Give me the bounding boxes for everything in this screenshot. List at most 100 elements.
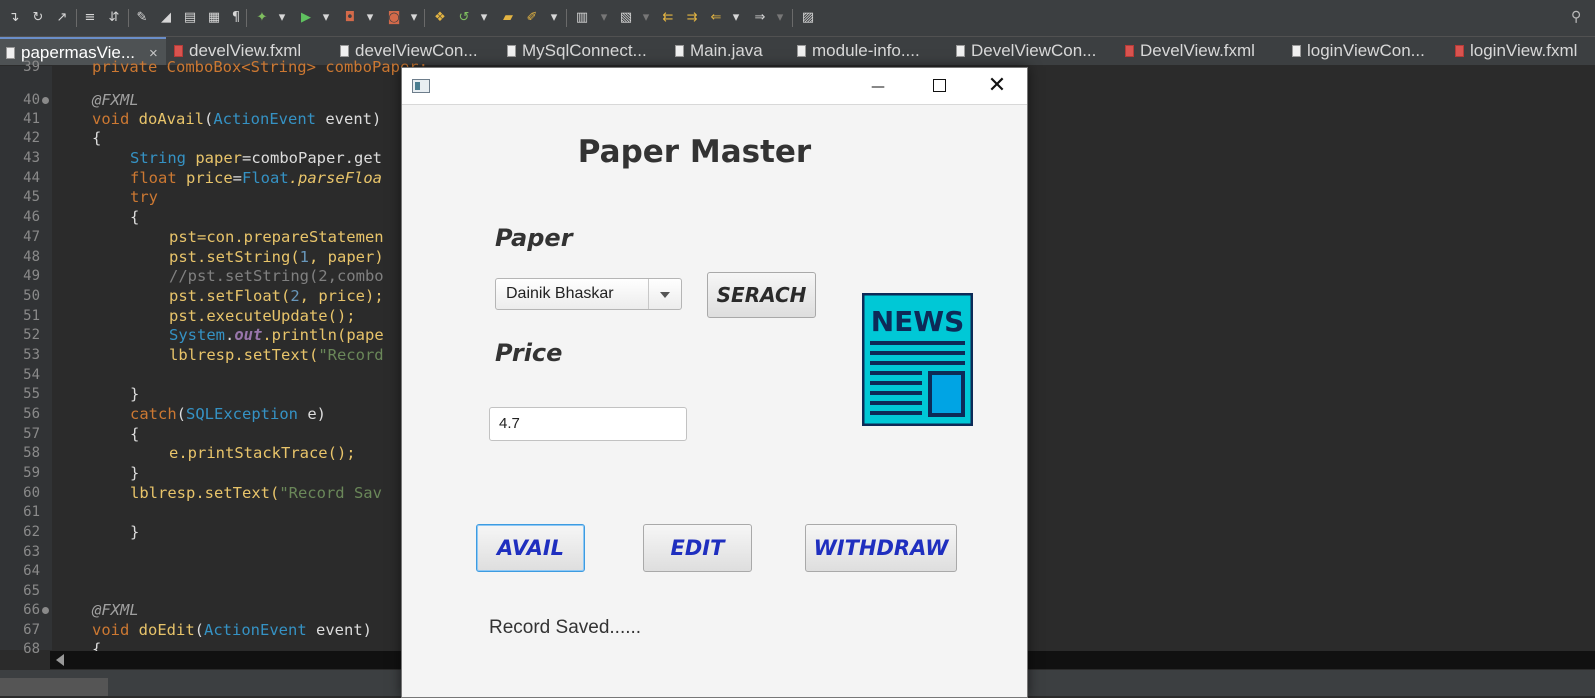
brush-icon[interactable]: ✐ (524, 10, 540, 26)
comment-icon[interactable]: ✎ (134, 10, 150, 26)
list-icon[interactable]: ▦ (206, 10, 222, 26)
forward-edit-icon[interactable]: ⇉ (684, 10, 700, 26)
newspaper-line (870, 391, 922, 395)
chevron-down-icon[interactable]: ▾ (546, 10, 562, 26)
line-number: 41 (23, 111, 40, 127)
navigate-icon[interactable]: ▧ (618, 10, 634, 26)
window-titlebar[interactable]: — ✕ (402, 68, 1027, 105)
tab-develview-fxml-2[interactable]: DevelView.fxml (1125, 37, 1255, 65)
line-number: 46 (23, 209, 40, 225)
run-icon[interactable]: ▶ (298, 10, 314, 26)
code-text: void (92, 110, 139, 128)
code-line: { (92, 129, 101, 148)
toolbar-separator (792, 9, 793, 27)
paper-label: Paper (495, 224, 573, 252)
search-icon[interactable]: ⚲ (1571, 9, 1587, 25)
line-number: 50 (23, 288, 40, 304)
chevron-down-icon[interactable]: ▾ (318, 10, 334, 26)
code-line: lblresp.setText("Record Sav (130, 484, 382, 503)
ide-toolbar: ↴ ↻ ↗ ≡ ⇵ ✎ ◢ ▤ ▦ ¶ ✦ ▾ ▶ ▾ ◘ ▾ ◙ ▾ ❖ ↺ … (0, 0, 1595, 37)
code-text: out (234, 326, 263, 344)
forward-icon[interactable]: ⇒ (752, 10, 768, 26)
java-file-icon (340, 45, 349, 57)
minimize-icon: — (871, 79, 885, 95)
status-progress (0, 678, 108, 696)
tab-main-java[interactable]: Main.java (675, 37, 763, 65)
minimize-button[interactable]: — (855, 72, 901, 100)
tab-module-info[interactable]: module-info.... (797, 37, 920, 65)
code-line: @FXML (92, 91, 139, 110)
line-number: 55 (23, 386, 40, 402)
page-title: Paper Master (577, 134, 812, 170)
open-folder-icon[interactable]: ▰ (500, 10, 516, 26)
pencil-icon[interactable]: ◢ (158, 10, 174, 26)
debug-icon[interactable]: ◘ (342, 10, 358, 26)
fxml-file-icon (174, 45, 183, 57)
edit-button[interactable]: EDIT (643, 524, 752, 572)
refresh-icon[interactable]: ↺ (456, 10, 472, 26)
paper-combobox[interactable]: Dainik Bhaskar (495, 278, 682, 310)
code-line: pst.setString(1, paper) (169, 248, 384, 267)
code-line: float price=Float.parseFloa (130, 169, 382, 188)
chevron-down-icon[interactable]: ▾ (274, 10, 290, 26)
build-icon[interactable]: ✦ (254, 10, 270, 26)
code-text: //pst.setString(2,combo (169, 267, 384, 285)
format-icon[interactable]: ⇵ (106, 10, 122, 26)
tab-develviewcon-2[interactable]: DevelViewCon... (956, 37, 1096, 65)
close-button[interactable]: ✕ (974, 72, 1020, 100)
code-line: } (130, 523, 139, 542)
tools-icon[interactable]: ❖ (432, 10, 448, 26)
chevron-down-icon[interactable]: ▾ (728, 10, 744, 26)
toggle-comment-icon[interactable]: ≡ (82, 10, 98, 26)
history-icon[interactable]: ▥ (574, 10, 590, 26)
tab-mysqlconnect[interactable]: MySqlConnect... (507, 37, 647, 65)
code-text: .println(pape (262, 326, 384, 344)
code-line: lblresp.setText("Record (169, 346, 384, 365)
fold-marker-icon[interactable] (42, 607, 49, 614)
chevron-down-icon[interactable]: ▾ (406, 10, 422, 26)
chevron-down-icon[interactable]: ▾ (362, 10, 378, 26)
code-text: = (232, 169, 243, 187)
chevron-down-icon[interactable]: ▾ (638, 10, 654, 26)
line-number: 47 (23, 229, 40, 245)
back-edit-icon[interactable]: ⇇ (660, 10, 676, 26)
fold-marker-icon[interactable] (42, 97, 49, 104)
tab-loginviewcon[interactable]: loginViewCon... (1292, 37, 1425, 65)
code-text: . (225, 326, 235, 344)
withdraw-button[interactable]: WITHDRAW (805, 524, 957, 572)
chevron-down-icon[interactable]: ▾ (772, 10, 788, 26)
response-label: Record Saved...... (489, 617, 642, 638)
chart-icon[interactable]: ▨ (800, 10, 816, 26)
toolbar-separator (246, 9, 247, 27)
fxml-file-icon (1125, 45, 1134, 57)
code-line: @FXML (92, 601, 139, 620)
avail-button[interactable]: AVAIL (476, 524, 585, 572)
newspaper-line (870, 371, 922, 375)
app-icon (412, 79, 430, 93)
step-over-icon[interactable]: ↴ (6, 10, 22, 26)
code-text: 1 (299, 248, 309, 266)
profile-icon[interactable]: ◙ (386, 10, 402, 26)
step-back-icon[interactable]: ↻ (30, 10, 46, 26)
scroll-left-icon[interactable] (56, 654, 64, 666)
code-text: void (92, 621, 139, 639)
code-text: pst=con.prepareStatemen (169, 228, 384, 246)
maximize-button[interactable] (916, 72, 962, 100)
tab-loginview-fxml[interactable]: loginView.fxml (1455, 37, 1577, 65)
code-text: private ComboBox<String> comboPaper; (92, 58, 428, 76)
code-text: , price); (299, 287, 384, 305)
price-field[interactable]: 4.7 (489, 407, 687, 441)
search-button[interactable]: SERACH (707, 272, 816, 318)
chevron-down-icon[interactable]: ▾ (476, 10, 492, 26)
code-line: void doEdit(ActionEvent event) (92, 621, 372, 639)
back-icon[interactable]: ⇐ (708, 10, 724, 26)
toolbar-separator (424, 9, 425, 27)
run-to-cursor-icon[interactable]: ↗ (54, 10, 70, 26)
newspaper-icon: NEWS (862, 293, 973, 426)
code-line: catch(SQLException e) (130, 405, 326, 424)
document-icon[interactable]: ▤ (182, 10, 198, 26)
chevron-down-icon[interactable]: ▾ (596, 10, 612, 26)
chevron-down-icon[interactable] (648, 279, 681, 309)
pilcrow-icon[interactable]: ¶ (228, 10, 244, 26)
tab-label: MySqlConnect... (522, 41, 647, 60)
